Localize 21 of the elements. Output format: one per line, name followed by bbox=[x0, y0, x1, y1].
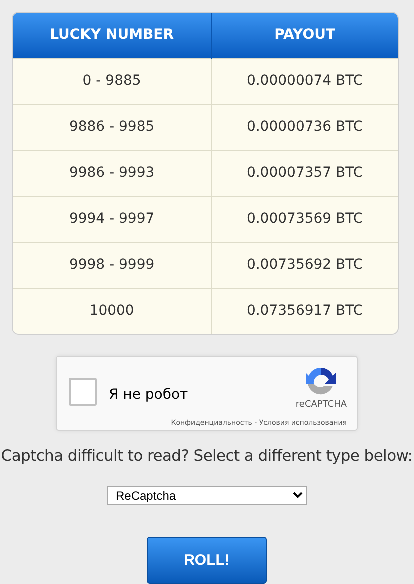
table-cell: 10000 bbox=[13, 288, 212, 334]
roll-button[interactable]: ROLL! bbox=[147, 537, 267, 584]
checkbox-label: Я не робот bbox=[109, 386, 188, 403]
table-cell: 0.07356917 BTC bbox=[212, 288, 398, 334]
table-cell: 9994 - 9997 bbox=[13, 196, 212, 242]
table-cell: 9886 - 9985 bbox=[13, 104, 212, 150]
table-cell: 9986 - 9993 bbox=[13, 150, 212, 196]
table-cell: 0.00000074 BTC bbox=[212, 58, 398, 104]
table-cell: 0.00073569 BTC bbox=[212, 196, 398, 242]
captcha-type-select[interactable]: ReCaptcha bbox=[107, 486, 307, 506]
table-cell: 0.00007357 BTC bbox=[212, 150, 398, 196]
table-cell: 0.00000736 BTC bbox=[212, 104, 398, 150]
column-header: LUCKY NUMBER bbox=[13, 13, 212, 58]
table-cell: 9998 - 9999 bbox=[13, 242, 212, 288]
table-cell: 0 - 9885 bbox=[13, 58, 212, 104]
table-cell: 0.00735692 BTC bbox=[212, 242, 398, 288]
column-header: PAYOUT bbox=[212, 13, 398, 58]
captcha-type-prompt: Captcha difficult to read? Select a different type below: bbox=[0, 446, 414, 467]
recaptcha-brand: reCAPTCHA bbox=[296, 399, 347, 412]
recaptcha-logo-icon bbox=[305, 365, 338, 397]
checkbox[interactable] bbox=[69, 378, 97, 406]
